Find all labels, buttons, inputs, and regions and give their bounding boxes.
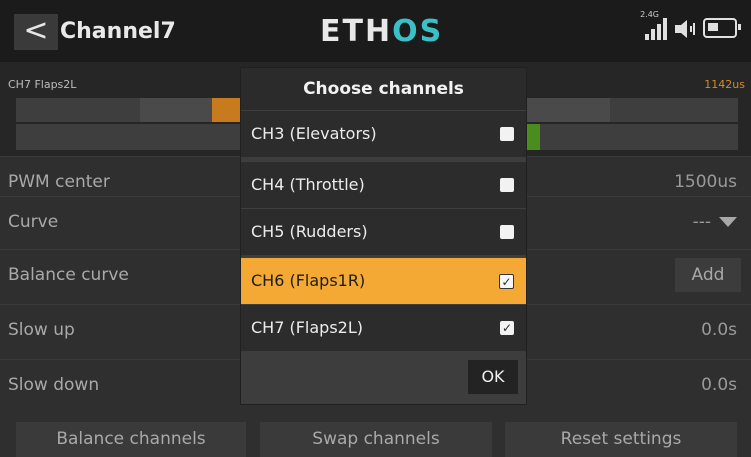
ok-button[interactable]: OK [468,360,518,394]
channel-monitor-label: CH7 Flaps2L [8,78,77,91]
checkbox[interactable] [500,178,514,192]
channel-option-ch4[interactable]: CH4 (Throttle) [241,161,526,208]
footer-bar: Balance channels Swap channels Reset set… [0,418,751,457]
option-label: CH4 (Throttle) [251,175,365,194]
row-value[interactable]: 0.0s [701,360,737,410]
row-label: Slow down [8,375,100,395]
logo-text: ETH [320,14,393,49]
checkbox-checked[interactable]: ✓ [500,321,514,335]
option-label: CH6 (Flaps1R) [251,271,366,290]
channel-option-ch6[interactable]: CH6 (Flaps1R) ✓ [241,257,526,304]
option-label: CH3 (Elevators) [251,124,377,143]
status-icons [645,18,741,40]
curve-dropdown[interactable]: --- [693,197,737,247]
logo-accent-text: OS [392,14,444,49]
row-label: Balance curve [8,265,129,285]
checkbox[interactable] [500,127,514,141]
choose-channels-dialog: Choose channels CH3 (Elevators) CH4 (Thr… [241,68,526,404]
option-label: CH7 (Flaps2L) [251,318,363,337]
swap-channels-button[interactable]: Swap channels [260,422,492,457]
speaker-icon [673,18,697,40]
row-label: Slow up [8,320,75,340]
ethos-logo: ETHOS [320,12,443,52]
checkbox[interactable] [500,225,514,239]
channel-monitor-value: 1142us [704,78,745,91]
battery-icon [703,18,741,38]
channel-option-ch5[interactable]: CH5 (Rudders) [241,208,526,255]
balance-channels-button[interactable]: Balance channels [16,422,246,457]
output-bar-fill [212,98,242,122]
row-label: Curve [8,212,59,232]
top-bar: < Channel7 ETHOS 2.4G [0,0,751,62]
dialog-title: Choose channels [241,68,526,110]
row-value[interactable]: 0.0s [701,305,737,355]
channel-option-ch3[interactable]: CH3 (Elevators) [241,110,526,157]
chevron-down-icon [719,217,737,227]
page-title: Channel7 [60,19,176,44]
checkbox-checked[interactable]: ✓ [499,274,514,289]
channel-option-ch7[interactable]: CH7 (Flaps2L) ✓ [241,304,526,351]
option-label: CH5 (Rudders) [251,222,368,241]
signal-bars-icon [645,18,667,40]
add-balance-curve-button[interactable]: Add [675,258,741,292]
reset-settings-button[interactable]: Reset settings [505,422,737,457]
back-button[interactable]: < [14,14,58,50]
curve-dropdown-value: --- [692,212,711,232]
